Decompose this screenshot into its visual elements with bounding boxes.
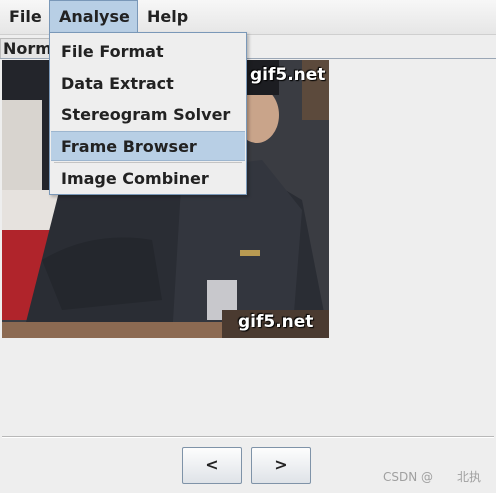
next-frame-button[interactable]: > — [251, 447, 311, 484]
menu-item-frame-browser[interactable]: Frame Browser — [51, 131, 245, 161]
menu-item-stereogram-solver[interactable]: Stereogram Solver — [51, 100, 245, 130]
analyse-dropdown-menu: File Format Data Extract Stereogram Solv… — [49, 32, 247, 195]
menu-separator — [54, 162, 242, 163]
menu-item-image-combiner[interactable]: Image Combiner — [51, 164, 245, 194]
credit-watermark: CSDN @ 北执 — [383, 470, 482, 484]
menu-file[interactable]: File — [0, 0, 49, 34]
bottom-divider — [2, 436, 494, 438]
menu-bar: File Analyse Help — [0, 0, 496, 35]
previous-frame-button[interactable]: < — [182, 447, 242, 484]
watermark-top: gif5.net — [250, 65, 326, 85]
tab-normal[interactable]: Norm — [0, 38, 55, 59]
menu-analyse[interactable]: Analyse — [49, 0, 138, 34]
menu-help[interactable]: Help — [138, 0, 198, 34]
menu-item-data-extract[interactable]: Data Extract — [51, 69, 245, 99]
watermark-bottom: gif5.net — [238, 312, 314, 332]
menu-item-file-format[interactable]: File Format — [51, 37, 245, 67]
